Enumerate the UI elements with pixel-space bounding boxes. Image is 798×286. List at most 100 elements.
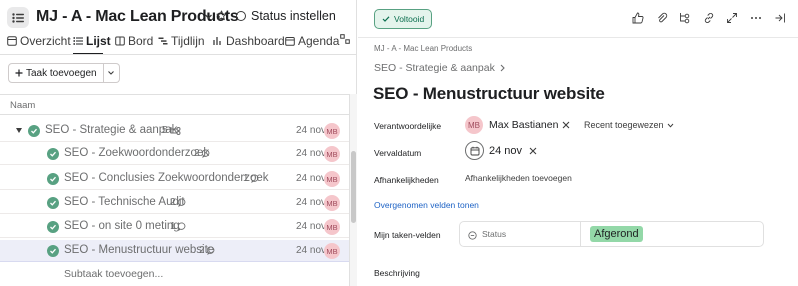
tab-board[interactable]: Bord — [115, 34, 153, 48]
assignee-avatar[interactable]: MB — [324, 219, 340, 235]
task-row-selected[interactable]: SEO - Menustructuur website 2 24 nov MB — [0, 240, 349, 262]
task-detail-pane: Voltooid MJ - A - Mac Lean Products SEO … — [358, 0, 798, 286]
add-task-dropdown-button[interactable] — [103, 63, 120, 83]
due-date[interactable]: 24 nov — [296, 245, 326, 256]
project-tabs: Overzicht Lijst Bord Tijdlijn Dashboard … — [0, 34, 357, 54]
task-row[interactable]: SEO - Technische Audit 2 24 nov MB — [0, 192, 349, 214]
tab-dashboard[interactable]: Dashboard — [213, 34, 285, 48]
tab-more[interactable] — [340, 34, 350, 44]
remove-assignee-icon[interactable] — [561, 120, 571, 130]
completed-check-icon[interactable] — [47, 221, 59, 233]
status-value-select[interactable]: Afgerond — [590, 226, 643, 242]
due-date-value[interactable]: 24 nov — [489, 145, 522, 157]
due-date[interactable]: 24 nov — [296, 148, 326, 159]
more-options-icon[interactable] — [749, 11, 763, 25]
comment-count: 2 — [194, 148, 211, 159]
breadcrumb-parent-task[interactable]: SEO - Strategie & aanpak — [374, 62, 506, 74]
mark-complete-button[interactable]: Voltooid — [374, 9, 433, 29]
breadcrumb-project[interactable]: MJ - A - Mac Lean Products — [374, 44, 472, 53]
task-name[interactable]: SEO - Zoekwoordonderzoek — [64, 147, 209, 159]
my-task-fields-label: Mijn taken-velden — [374, 230, 441, 240]
completed-check-icon[interactable] — [47, 197, 59, 209]
assignee-avatar[interactable]: MB — [324, 195, 340, 211]
add-task-button[interactable]: Taak toevoegen — [8, 63, 104, 83]
status-circle-icon — [236, 11, 246, 21]
tabs-divider — [0, 54, 357, 55]
assignee-avatar[interactable]: MB — [324, 243, 340, 259]
star-icon[interactable] — [216, 10, 227, 24]
comment-icon — [250, 174, 258, 183]
task-name[interactable]: SEO - Menustructuur website — [64, 244, 214, 256]
due-date[interactable]: 24 nov — [296, 173, 326, 184]
list-icon — [73, 37, 83, 45]
attachment-icon[interactable] — [655, 11, 669, 25]
timeline-icon — [158, 37, 168, 45]
completed-check-icon[interactable] — [47, 148, 59, 160]
set-status-label: Status instellen — [251, 9, 336, 23]
comment-icon — [177, 198, 185, 207]
show-inherited-fields-link[interactable]: Overgenomen velden tonen — [374, 200, 479, 210]
set-status-button[interactable]: Status instellen — [236, 9, 336, 23]
task-name[interactable]: SEO - Strategie & aanpak — [45, 124, 177, 136]
task-row[interactable]: SEO - Zoekwoordonderzoek 2 24 nov MB — [0, 143, 349, 165]
add-subtask-link[interactable]: Subtaak toevoegen... — [64, 268, 163, 280]
comment-count: 1 — [170, 221, 187, 232]
task-name[interactable]: SEO - Technische Audit — [64, 196, 185, 208]
recent-assignees-dropdown[interactable]: Recent toegewezen — [584, 120, 674, 130]
like-icon[interactable] — [631, 11, 645, 25]
subtasks-icon[interactable] — [678, 11, 692, 25]
assignee-avatar[interactable]: MB — [324, 123, 340, 139]
field-divider — [580, 222, 581, 246]
chevron-down-icon — [667, 123, 673, 128]
comment-count: 2 — [170, 197, 187, 208]
add-dependencies-button[interactable]: Afhankelijkheden toevoegen — [465, 173, 572, 183]
task-name[interactable]: SEO - Conclusies Zoekwoordonderzoek — [64, 172, 269, 184]
scrollbar-thumb[interactable] — [351, 151, 356, 223]
description-label: Beschrijving — [374, 268, 420, 278]
task-name[interactable]: SEO - on site 0 meting — [64, 220, 180, 232]
due-date-label: Vervaldatum — [374, 148, 422, 158]
clear-due-date-icon[interactable] — [528, 146, 538, 156]
assignee-avatar[interactable]: MB — [324, 146, 340, 162]
plus-icon — [15, 69, 23, 77]
check-icon — [382, 16, 390, 22]
calendar-icon — [285, 37, 295, 46]
due-date[interactable]: 24 nov — [296, 125, 326, 136]
due-date[interactable]: 24 nov — [296, 197, 326, 208]
status-field-icon — [468, 229, 477, 243]
assignee-avatar[interactable]: MB — [324, 171, 340, 187]
completed-check-icon[interactable] — [28, 125, 40, 137]
due-date[interactable]: 24 nov — [296, 221, 326, 232]
custom-field-status: Status Afgerond — [459, 221, 764, 247]
tab-timeline[interactable]: Tijdlijn — [158, 34, 205, 48]
collapse-triangle-icon[interactable] — [16, 128, 22, 133]
status-field-label: Status — [482, 229, 507, 239]
workflow-icon — [340, 34, 350, 44]
tab-overview[interactable]: Overzicht — [7, 34, 71, 48]
overview-icon — [7, 36, 17, 46]
expand-icon[interactable] — [725, 11, 739, 25]
task-row[interactable]: SEO - Conclusies Zoekwoordonderzoek 1 24… — [0, 168, 349, 190]
chevron-right-icon — [500, 64, 505, 72]
link-icon[interactable] — [702, 11, 716, 25]
project-list-icon[interactable] — [7, 7, 29, 28]
project-list-pane: MJ - A - Mac Lean Products Status instel… — [0, 0, 357, 286]
close-pane-icon[interactable] — [773, 11, 787, 25]
assignee-avatar[interactable]: MB — [465, 116, 483, 134]
task-row-parent[interactable]: SEO - Strategie & aanpak 5 24 nov MB — [0, 120, 349, 142]
chevron-down-icon — [108, 71, 115, 75]
task-row[interactable]: SEO - on site 0 meting 1 24 nov MB — [0, 216, 349, 238]
completed-check-icon[interactable] — [47, 173, 59, 185]
chevron-down-icon[interactable] — [204, 10, 213, 24]
column-header-name[interactable]: Naam — [0, 94, 349, 115]
tab-agenda[interactable]: Agenda — [285, 34, 339, 48]
tab-list[interactable]: Lijst — [73, 34, 111, 48]
assignee-name[interactable]: Max Bastianen — [489, 119, 558, 131]
comment-count: 2 — [199, 245, 216, 256]
detail-toolbar: Voltooid — [358, 0, 798, 38]
dashboard-icon — [213, 37, 221, 45]
completed-check-icon[interactable] — [47, 245, 59, 257]
project-header: MJ - A - Mac Lean Products Status instel… — [0, 0, 357, 34]
task-title[interactable]: SEO - Menustructuur website — [373, 84, 605, 104]
calendar-icon[interactable] — [465, 141, 484, 160]
